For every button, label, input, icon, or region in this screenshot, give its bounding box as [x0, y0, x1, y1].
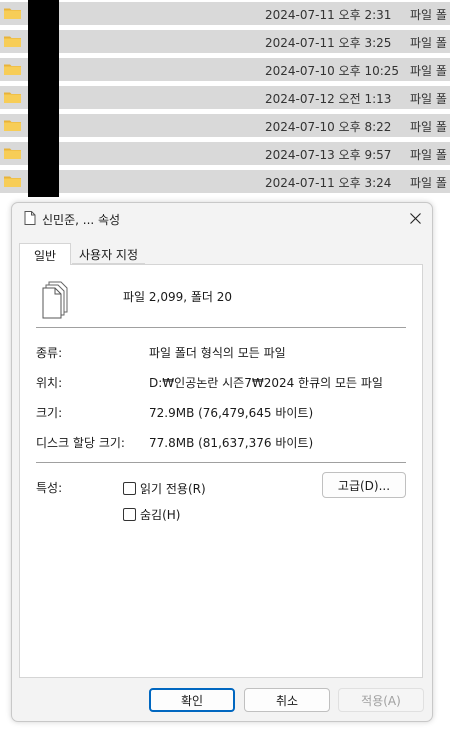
file-date: 2024-07-11 오후 2:31	[265, 8, 392, 22]
close-icon	[409, 212, 421, 224]
file-date: 2024-07-11 오후 3:24	[265, 176, 392, 190]
location-value: D:₩인공논란 시즌7₩2024 한큐의 모든 파일	[149, 376, 383, 390]
file-row[interactable]: 2024-07-11 오후 3:25 파일 폴	[0, 26, 450, 57]
document-icon	[24, 211, 36, 225]
file-count-summary: 파일 2,099, 폴더 20	[123, 290, 233, 304]
hidden-label: 숨김(H)	[140, 508, 181, 522]
folder-icon	[4, 92, 21, 103]
readonly-label: 읽기 전용(R)	[140, 482, 206, 496]
redacted-name	[28, 54, 59, 85]
redacted-name	[28, 82, 59, 113]
file-date: 2024-07-10 오후 8:22	[265, 120, 392, 134]
folder-icon	[4, 176, 21, 187]
tab-general[interactable]: 일반	[19, 243, 71, 265]
file-date: 2024-07-13 오후 9:57	[265, 148, 392, 162]
file-type: 파일 폴	[410, 120, 447, 134]
disk-size-label: 디스크 할당 크기:	[36, 436, 125, 450]
readonly-checkbox[interactable]	[123, 482, 136, 495]
file-type: 파일 폴	[410, 148, 447, 162]
redacted-name	[28, 0, 59, 29]
file-date: 2024-07-11 오후 3:25	[265, 36, 392, 50]
cancel-button[interactable]: 취소	[244, 688, 330, 712]
size-value: 72.9MB (76,479,645 바이트)	[149, 406, 314, 420]
type-value: 파일 폴더 형식의 모든 파일	[149, 346, 286, 360]
apply-button[interactable]: 적용(A)	[338, 688, 424, 712]
folder-icon	[4, 120, 21, 131]
file-row[interactable]: 2024-07-12 오전 1:13 파일 폴	[0, 82, 450, 113]
hidden-checkbox-row[interactable]: 숨김(H)	[123, 506, 180, 523]
file-type: 파일 폴	[410, 176, 447, 190]
file-type: 파일 폴	[410, 92, 447, 106]
file-row[interactable]: 2024-07-10 오후 8:22 파일 폴	[0, 110, 450, 141]
dialog-title: 신민준, ... 속성	[42, 213, 121, 227]
readonly-checkbox-row[interactable]: 읽기 전용(R)	[123, 480, 206, 497]
file-row[interactable]: 2024-07-13 오후 9:57 파일 폴	[0, 138, 450, 169]
file-type: 파일 폴	[410, 64, 447, 78]
hidden-checkbox[interactable]	[123, 508, 136, 521]
file-row[interactable]: 2024-07-11 오후 3:24 파일 폴	[0, 166, 450, 197]
file-type: 파일 폴	[410, 36, 447, 50]
folder-icon	[4, 148, 21, 159]
folder-icon	[4, 64, 21, 75]
divider	[36, 462, 406, 463]
ok-button[interactable]: 확인	[149, 688, 235, 712]
disk-size-value: 77.8MB (81,637,376 바이트)	[149, 436, 314, 450]
redacted-name	[28, 166, 59, 197]
multiple-files-icon	[42, 281, 68, 319]
folder-icon	[4, 8, 21, 19]
properties-dialog: 신민준, ... 속성 일반 사용자 지정 파일 2,099, 폴더 20 종류…	[11, 202, 433, 722]
attributes-label: 특성:	[36, 481, 63, 495]
redacted-name	[28, 26, 59, 57]
advanced-button[interactable]: 고급(D)...	[322, 472, 406, 498]
close-button[interactable]	[404, 208, 426, 228]
location-label: 위치:	[36, 376, 63, 390]
size-label: 크기:	[36, 406, 63, 420]
redacted-name	[28, 110, 59, 141]
title-bar[interactable]: 신민준, ... 속성	[12, 203, 432, 233]
type-label: 종류:	[36, 346, 63, 360]
general-tab-panel: 파일 2,099, 폴더 20 종류: 파일 폴더 형식의 모든 파일 위치: …	[19, 264, 423, 678]
file-date: 2024-07-12 오전 1:13	[265, 92, 392, 106]
divider	[36, 327, 406, 328]
tab-customize[interactable]: 사용자 지정	[72, 243, 145, 264]
folder-icon	[4, 36, 21, 47]
file-date: 2024-07-10 오후 10:25	[265, 64, 400, 78]
redacted-name	[28, 138, 59, 169]
file-row[interactable]: 2024-07-10 오후 10:25 파일 폴	[0, 54, 450, 85]
file-row[interactable]: 2024-07-11 오후 2:31 파일 폴	[0, 0, 450, 29]
file-type: 파일 폴	[410, 8, 447, 22]
